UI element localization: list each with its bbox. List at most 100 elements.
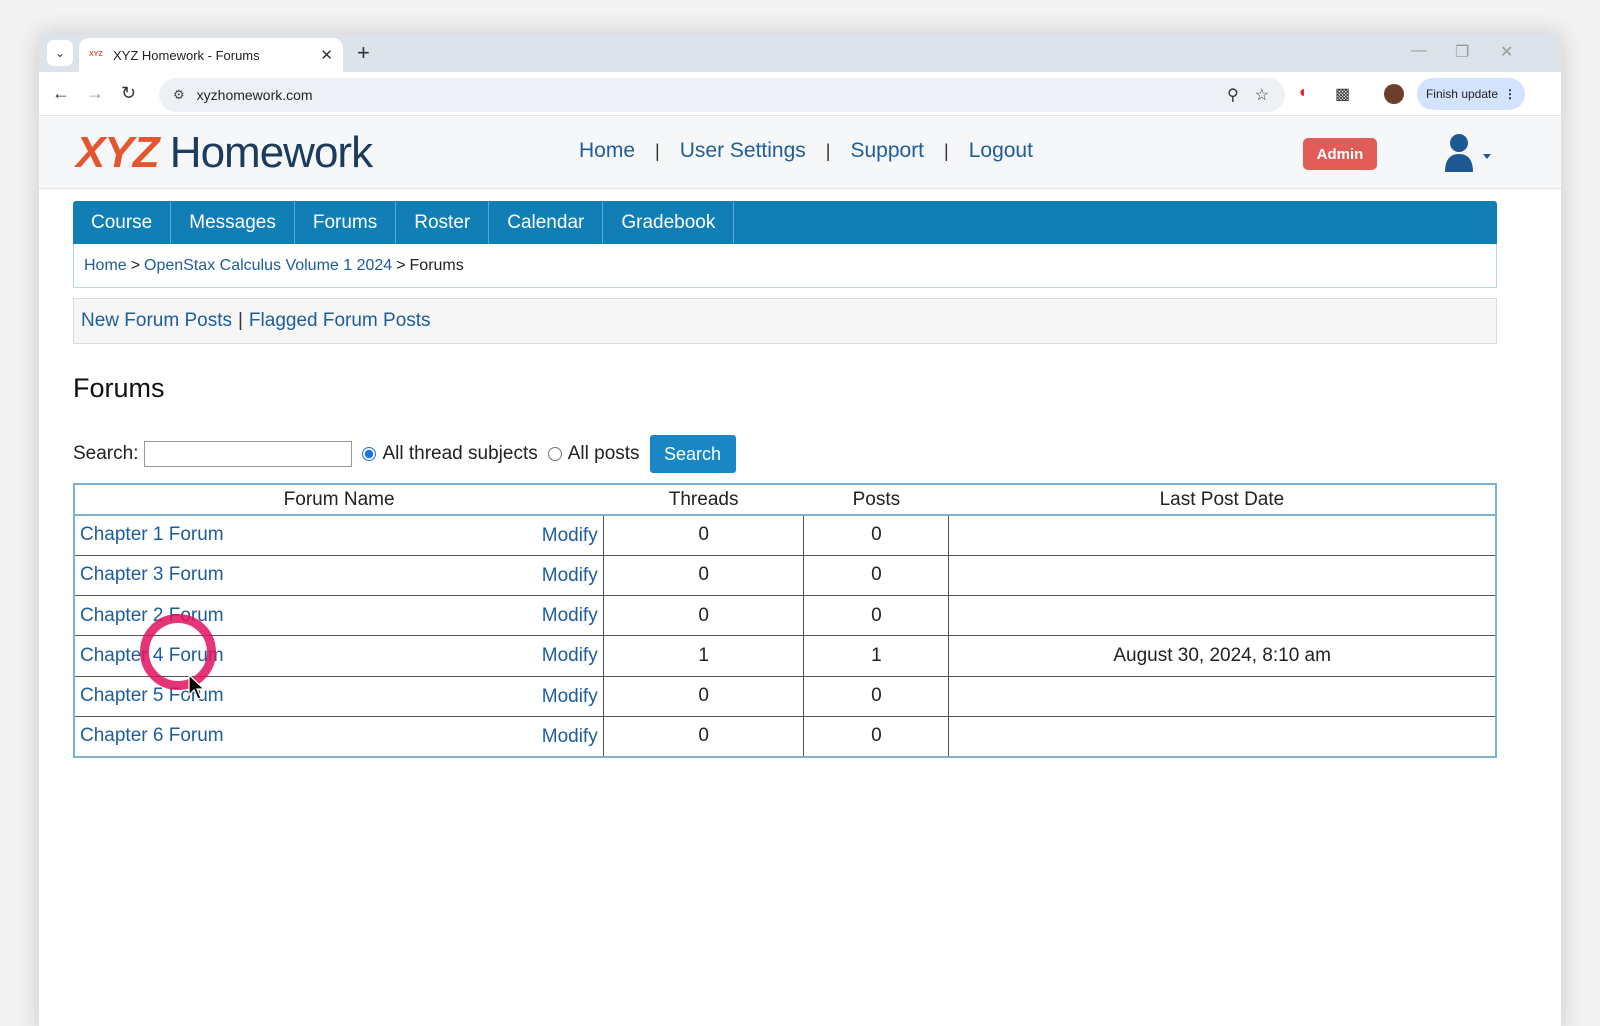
back-icon[interactable]: ←	[52, 82, 70, 104]
search-button[interactable]: Search	[649, 435, 736, 473]
tab-strip: ⌄ XYZ XYZ Homework - Forums ✕ + — ❐ ✕	[39, 34, 1561, 72]
header-last-post-date: Last Post Date	[948, 484, 1496, 516]
header-threads: Threads	[603, 484, 804, 516]
search-input[interactable]	[144, 441, 353, 467]
logo-homework: Homework	[158, 128, 373, 177]
modify-link[interactable]: Modify	[542, 726, 598, 748]
header-forum-name: Forum Name	[74, 484, 604, 516]
tab-search-icon[interactable]: ⌄	[47, 40, 73, 66]
url-text[interactable]: xyzhomework.com	[197, 87, 1227, 103]
nav-calendar[interactable]: Calendar	[489, 201, 604, 244]
minimize-icon[interactable]: —	[1411, 42, 1427, 60]
new-forum-posts-link[interactable]: New Forum Posts	[81, 310, 232, 332]
header-posts: Posts	[803, 484, 949, 516]
subnav-sep: |	[237, 310, 243, 331]
forums-table: Forum Name Threads Posts Last Post Date …	[73, 483, 1497, 758]
modify-link[interactable]: Modify	[542, 605, 598, 627]
zoom-icon[interactable]: ⚲	[1227, 85, 1239, 105]
forum-name-cell: Chapter 3 Forum Modify	[74, 554, 604, 596]
forum-subnav: New Forum Posts | Flagged Forum Posts	[73, 298, 1497, 344]
last-post-date-cell: August 30, 2024, 8:10 am	[948, 635, 1496, 677]
site-logo[interactable]: XYZ Homework	[76, 127, 373, 179]
forum-name-cell: Chapter 6 Forum Modify	[74, 715, 604, 757]
last-post-date-cell	[948, 554, 1496, 596]
table-row: Chapter 6 Forum Modify 0 0	[74, 715, 1496, 757]
radio-all-posts-label: All posts	[567, 443, 640, 464]
topnav-sep: |	[944, 140, 949, 161]
posts-cell: 1	[803, 635, 950, 677]
nav-course[interactable]: Course	[73, 201, 172, 244]
new-tab-icon[interactable]: +	[357, 40, 370, 66]
breadcrumb-course[interactable]: OpenStax Calculus Volume 1 2024	[144, 257, 392, 275]
search-label: Search:	[73, 443, 139, 464]
bookmark-star-icon[interactable]: ☆	[1255, 85, 1269, 105]
finish-update-label: Finish update	[1425, 87, 1499, 101]
flagged-forum-posts-link[interactable]: Flagged Forum Posts	[249, 310, 431, 332]
site-header: XYZ Homework Home | User Settings | Supp…	[39, 117, 1561, 189]
finish-update-button[interactable]: Finish update ⋮	[1417, 78, 1525, 110]
close-tab-icon[interactable]: ✕	[320, 46, 333, 64]
threads-cell: 0	[603, 514, 805, 556]
logo-xyz: XYZ	[76, 128, 160, 177]
favicon-icon: XYZ	[89, 51, 103, 58]
more-menu-icon: ⋮	[1504, 87, 1517, 101]
restore-icon[interactable]: ❐	[1455, 42, 1469, 62]
forum-link[interactable]: Chapter 3 Forum	[80, 564, 224, 585]
forward-icon[interactable]: →	[86, 82, 104, 104]
topnav-support-link[interactable]: Support	[850, 139, 924, 163]
table-header-row: Forum Name Threads Posts Last Post Date	[74, 484, 1496, 516]
last-post-date-cell	[948, 595, 1496, 636]
topnav-sep: |	[825, 140, 831, 161]
table-row: Chapter 4 Forum Modify 1 1 August 30, 2024, …	[74, 635, 1496, 677]
posts-cell: 0	[803, 595, 950, 636]
last-post-date-cell	[948, 715, 1496, 757]
forum-link[interactable]: Chapter 1 Forum	[80, 524, 224, 545]
radio-all-posts[interactable]	[547, 447, 562, 461]
reload-icon[interactable]: ↻	[121, 82, 136, 104]
modify-link[interactable]: Modify	[542, 525, 598, 547]
breadcrumb-current: Forums	[409, 256, 464, 274]
nav-roster[interactable]: Roster	[396, 201, 490, 244]
radio-all-thread-subjects-label: All thread subjects	[382, 443, 538, 464]
modify-link[interactable]: Modify	[542, 686, 598, 708]
browser-window: ⌄ XYZ XYZ Homework - Forums ✕ + — ❐ ✕ ← …	[39, 34, 1561, 1026]
posts-cell: 0	[803, 715, 950, 757]
user-account-icon[interactable]	[1443, 132, 1491, 174]
forum-name-cell: Chapter 1 Forum Modify	[74, 514, 604, 556]
modify-link[interactable]: Modify	[542, 565, 598, 587]
radio-all-thread-subjects[interactable]	[362, 447, 377, 461]
mouse-pointer-icon	[188, 674, 206, 700]
extension-icon[interactable]: ◐	[1299, 84, 1309, 102]
course-nav: Course Messages Forums Roster Calendar G…	[73, 201, 1497, 244]
site-info-icon[interactable]: ⚙	[173, 87, 185, 103]
search-form: Search: All thread subjects All posts Se…	[73, 435, 736, 473]
forum-link[interactable]: Chapter 6 Forum	[80, 725, 224, 746]
topnav-logout-link[interactable]: Logout	[969, 139, 1033, 163]
browser-toolbar: ← → ↻ ⚙ xyzhomework.com ⚲ ☆ ◐ ▩ Finish u…	[39, 72, 1561, 116]
threads-cell: 0	[603, 715, 805, 757]
admin-button[interactable]: Admin	[1303, 138, 1377, 170]
profile-avatar[interactable]	[1384, 84, 1404, 104]
close-window-icon[interactable]: ✕	[1500, 42, 1513, 62]
topnav-home-link[interactable]: Home	[579, 139, 635, 163]
nav-forums[interactable]: Forums	[295, 201, 397, 244]
address-bar[interactable]: ⚙ xyzhomework.com ⚲ ☆	[159, 78, 1285, 112]
posts-cell: 0	[803, 554, 950, 596]
nav-gradebook[interactable]: Gradebook	[603, 201, 735, 244]
threads-cell: 0	[603, 554, 805, 596]
nav-messages[interactable]: Messages	[171, 201, 295, 244]
table-row: Chapter 2 Forum Modify 0 0	[74, 595, 1496, 636]
threads-cell: 0	[603, 595, 805, 636]
topnav-user-settings-link[interactable]: User Settings	[680, 139, 806, 163]
breadcrumb-home[interactable]: Home	[84, 257, 127, 275]
posts-cell: 0	[803, 675, 950, 717]
browser-tab[interactable]: XYZ XYZ Homework - Forums ✕	[79, 38, 343, 72]
posts-cell: 0	[803, 514, 950, 556]
breadcrumb-sep: >	[396, 256, 406, 274]
last-post-date-cell	[948, 514, 1496, 556]
last-post-date-cell	[948, 675, 1496, 717]
extensions-puzzle-icon[interactable]: ▩	[1335, 84, 1350, 104]
modify-link[interactable]: Modify	[542, 645, 598, 667]
table-row: Chapter 1 Forum Modify 0 0	[74, 514, 1496, 556]
topnav-sep: |	[655, 140, 660, 161]
